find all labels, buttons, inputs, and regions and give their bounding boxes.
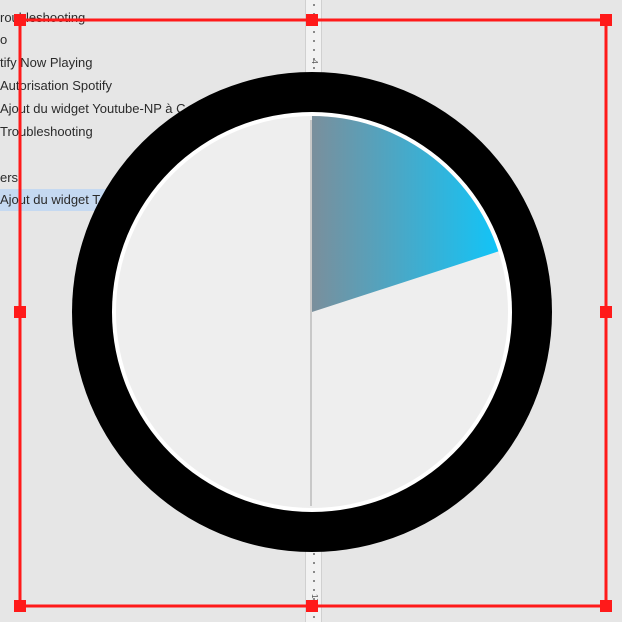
resize-handle-bottom-left[interactable] — [14, 600, 26, 612]
resize-handle-left[interactable] — [14, 306, 26, 318]
resize-handle-bottom-right[interactable] — [600, 600, 612, 612]
resize-handle-right[interactable] — [600, 306, 612, 318]
resize-handle-top-right[interactable] — [600, 14, 612, 26]
progress-ring-canvas — [14, 14, 612, 612]
resize-handle-top-left[interactable] — [14, 14, 26, 26]
resize-handle-bottom[interactable] — [306, 600, 318, 612]
resize-handle-top[interactable] — [306, 14, 318, 26]
